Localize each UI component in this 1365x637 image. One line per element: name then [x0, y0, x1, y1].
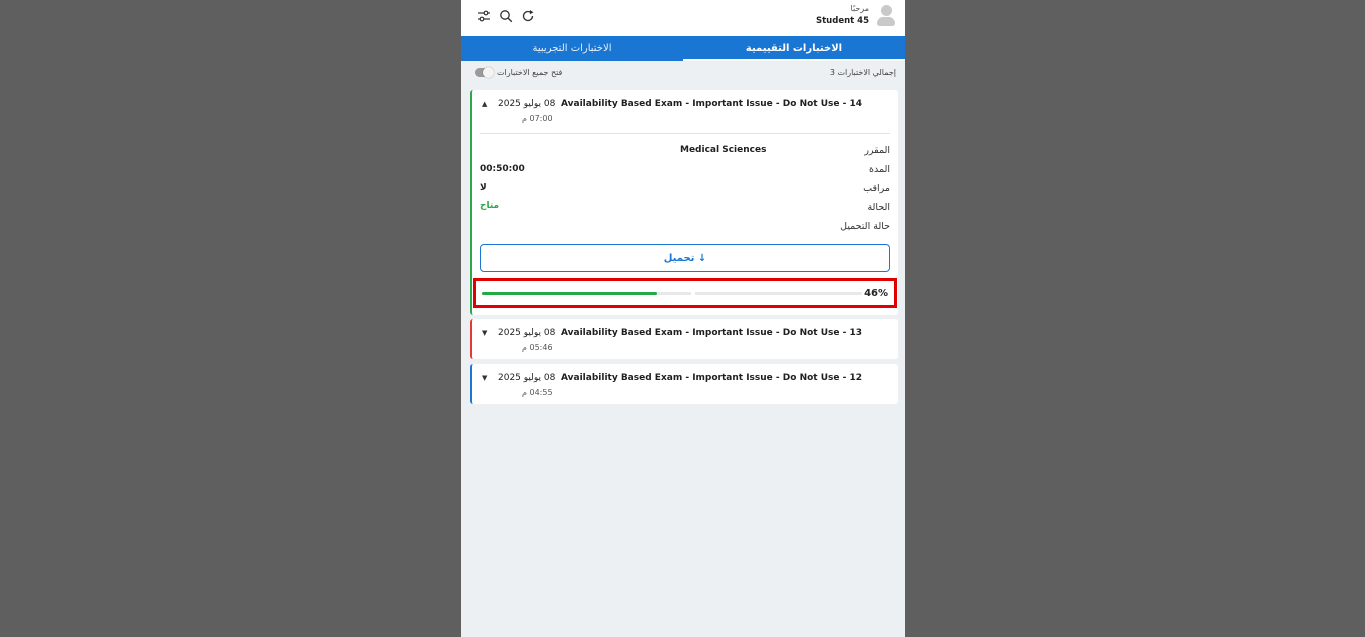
progress-gap: [690, 292, 695, 295]
total-exams-count: إجمالي الاختبارات 3: [829, 68, 896, 77]
exam-title: Availability Based Exam - Important Issu…: [561, 328, 863, 338]
top-bar: مرحبًا Student 45: [461, 0, 905, 36]
expand-all-toggle[interactable]: [475, 67, 494, 78]
exam-card-12[interactable]: Availability Based Exam - Important Issu…: [470, 364, 898, 404]
tab-assessment-exams[interactable]: الاختبارات التقييمية: [683, 36, 905, 61]
card-divider: [480, 133, 890, 134]
search-icon[interactable]: [499, 8, 513, 23]
exam-card-13[interactable]: Availability Based Exam - Important Issu…: [470, 319, 898, 359]
exam-title: Availability Based Exam - Important Issu…: [561, 99, 863, 109]
download-status-label: حالة التحميل: [840, 221, 890, 232]
exam-date: 08 يوليو 2025: [498, 99, 556, 109]
toolbar-icons: [477, 8, 535, 24]
proctored-value: لا: [480, 183, 487, 193]
status-label: الحالة: [867, 202, 890, 213]
exam-date: 08 يوليو 2025: [498, 373, 556, 383]
avatar-head: [881, 5, 892, 16]
chevron-up-icon[interactable]: ▲: [482, 100, 490, 108]
course-label: المقرر: [864, 145, 890, 156]
download-button[interactable]: ↓ تحميل: [480, 244, 890, 272]
filter-sliders-icon[interactable]: [477, 8, 491, 22]
username-text: Student 45: [816, 16, 869, 26]
course-value: Medical Sciences: [680, 145, 767, 155]
download-progress-highlight: 46%: [473, 278, 897, 308]
refresh-icon[interactable]: [521, 8, 535, 22]
greeting-text: مرحبًا: [850, 4, 870, 13]
download-progress-percent: 46%: [864, 288, 888, 299]
exam-time: 05:46 م: [522, 343, 553, 352]
proctored-label: مراقب: [863, 183, 890, 194]
duration-label: المدة: [869, 164, 890, 175]
avatar-body: [877, 17, 895, 26]
chevron-down-icon[interactable]: ▼: [482, 374, 490, 382]
exam-time: 07:00 م: [522, 114, 553, 123]
chevron-down-icon[interactable]: ▼: [482, 329, 490, 337]
avatar[interactable]: [877, 5, 895, 27]
exam-time: 04:55 م: [522, 388, 553, 397]
exam-date: 08 يوليو 2025: [498, 328, 556, 338]
status-value: متاح: [480, 201, 500, 211]
tab-practice-exams[interactable]: الاختبارات التجريبية: [461, 36, 683, 61]
duration-value: 00:50:00: [480, 164, 525, 174]
download-progress-fill: [482, 292, 657, 295]
expand-all-label: فتح جميع الاختبارات: [497, 68, 563, 77]
exam-card-14[interactable]: Availability Based Exam - Important Issu…: [470, 90, 898, 315]
summary-row: إجمالي الاختبارات 3 فتح جميع الاختبارات: [475, 67, 896, 82]
exam-tabs: الاختبارات التقييمية الاختبارات التجريبي…: [461, 36, 905, 61]
expand-all-control[interactable]: فتح جميع الاختبارات: [475, 67, 563, 78]
app-panel: مرحبًا Student 45 الاختبارات التقييمية ا…: [461, 0, 905, 637]
download-progress-bar: [482, 292, 862, 295]
exam-title: Availability Based Exam - Important Issu…: [561, 373, 863, 383]
